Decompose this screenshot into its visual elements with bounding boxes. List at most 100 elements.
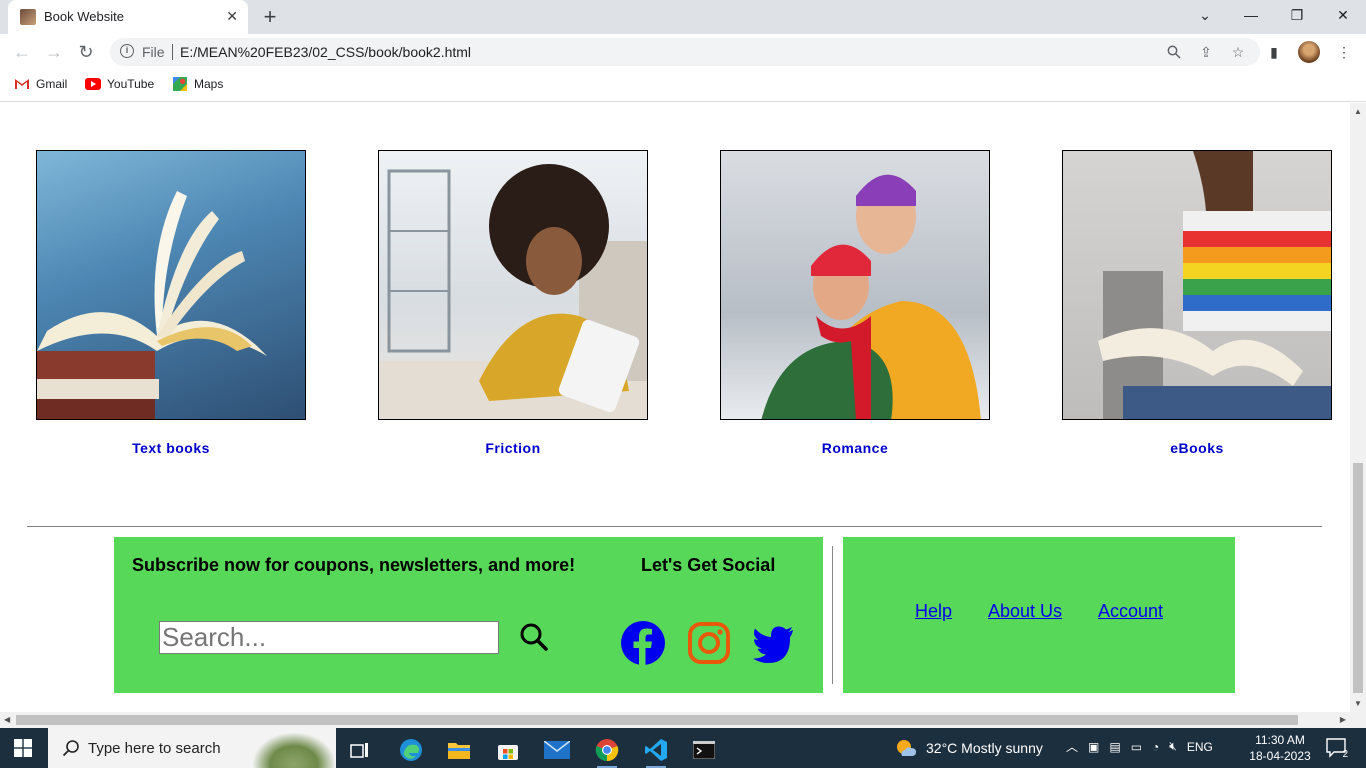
profile-avatar[interactable] — [1298, 41, 1320, 63]
horizontal-scrollbar[interactable]: ◀ ▶ — [0, 712, 1366, 728]
help-link[interactable]: Help — [915, 601, 952, 622]
maps-icon — [173, 77, 187, 91]
tab-bar: Book Website ✕ + ⌄ — ❐ ✕ — [0, 0, 1366, 34]
terminal-icon[interactable] — [684, 732, 724, 768]
site-info-icon[interactable]: i — [120, 44, 134, 58]
bookmark-maps[interactable]: Maps — [172, 77, 223, 91]
omnibox-actions: ⇪ ☆ — [1164, 42, 1248, 62]
side-panel-icon[interactable]: ▮ — [1264, 40, 1284, 64]
search-icon — [62, 740, 79, 757]
bookmark-youtube[interactable]: YouTube — [85, 77, 154, 91]
bookmark-gmail[interactable]: Gmail — [14, 77, 67, 91]
category-image-friction[interactable] — [378, 150, 648, 420]
search-icon[interactable] — [518, 621, 550, 653]
tab-book-website[interactable]: Book Website ✕ — [8, 0, 248, 34]
toolbar-right: ▮ ⋮ — [1264, 40, 1354, 64]
new-tab-icon[interactable]: + — [258, 4, 282, 30]
system-tray: ︿ ▣ ▤ ▭ ◔ 🔇︎ ENG — [1066, 738, 1213, 755]
scroll-up-arrow-icon[interactable]: ▲ — [1354, 107, 1362, 116]
page-viewport: Text books Friction Romance eBooks Subsc… — [0, 103, 1350, 712]
url-text[interactable]: E:/MEAN%20FEB23/02_CSS/book/book2.html — [180, 44, 471, 60]
notification-center-icon[interactable]: 2 — [1326, 738, 1348, 760]
vscode-icon[interactable] — [636, 732, 676, 768]
minimize-icon[interactable]: — — [1228, 0, 1274, 30]
category-card-ebooks[interactable]: eBooks — [1062, 150, 1332, 456]
battery-icon[interactable]: ▭ — [1131, 740, 1142, 754]
vertical-scroll-thumb[interactable] — [1353, 463, 1363, 693]
bookmark-label: Gmail — [36, 77, 68, 91]
vertical-scrollbar[interactable]: ▲ ▼ — [1350, 103, 1366, 712]
back-arrow-icon[interactable]: ← — [10, 40, 34, 64]
category-card-romance[interactable]: Romance — [720, 150, 990, 456]
menu-kebab-icon[interactable]: ⋮ — [1334, 40, 1354, 64]
reload-icon[interactable]: ↻ — [74, 40, 98, 64]
task-view-icon[interactable] — [340, 732, 380, 768]
horizontal-scroll-thumb[interactable] — [16, 715, 1298, 725]
instagram-icon[interactable] — [687, 621, 731, 665]
file-scheme-label: File — [142, 44, 165, 60]
category-label[interactable]: eBooks — [1062, 440, 1332, 456]
subscribe-text: Subscribe now for coupons, newsletters, … — [132, 555, 576, 575]
search-highlight-art — [252, 732, 336, 768]
chrome-icon[interactable] — [587, 732, 627, 768]
address-bar[interactable]: i File E:/MEAN%20FEB23/02_CSS/book/book2… — [110, 38, 1260, 66]
category-label[interactable]: Romance — [720, 440, 990, 456]
forward-arrow-icon[interactable]: → — [42, 40, 66, 64]
close-tab-icon[interactable]: ✕ — [226, 8, 238, 25]
weather-text: 32°C Mostly sunny — [926, 740, 1043, 756]
partly-sunny-icon — [897, 740, 916, 756]
edge-icon[interactable] — [391, 732, 431, 768]
category-card-friction[interactable]: Friction — [378, 150, 648, 456]
footer-links: Help About Us Account — [843, 537, 1235, 693]
scroll-left-arrow-icon[interactable]: ◀ — [4, 715, 10, 724]
meet-now-icon[interactable]: ▣ — [1088, 740, 1099, 754]
taskbar-search-box[interactable]: Type here to search — [48, 728, 336, 768]
zoom-icon[interactable] — [1164, 42, 1184, 62]
category-label[interactable]: Text books — [36, 440, 306, 456]
about-us-link[interactable]: About Us — [988, 601, 1062, 622]
category-image-romance[interactable] — [720, 150, 990, 420]
section-divider — [27, 526, 1322, 527]
twitter-icon[interactable] — [751, 621, 795, 665]
gmail-icon — [15, 79, 29, 89]
language-indicator[interactable]: ENG — [1187, 740, 1213, 754]
browser-toolbar: ← → ↻ i File E:/MEAN%20FEB23/02_CSS/book… — [0, 34, 1366, 70]
category-image-text-books[interactable] — [36, 150, 306, 420]
clock-time: 11:30 AM — [1255, 733, 1305, 747]
taskbar: Type here to search 32°C Mostly sunny ︿ … — [0, 728, 1366, 768]
speaker-muted-icon[interactable]: 🔇︎ — [1169, 739, 1177, 754]
clock-date: 18-04-2023 — [1249, 749, 1311, 763]
footer-separator — [832, 546, 833, 684]
youtube-icon — [85, 78, 101, 90]
display-icon[interactable]: ▤ — [1109, 740, 1120, 754]
file-explorer-icon[interactable] — [439, 732, 479, 768]
footer-subscribe-social: Subscribe now for coupons, newsletters, … — [114, 537, 823, 693]
search-input[interactable] — [159, 621, 499, 654]
facebook-icon[interactable] — [621, 621, 665, 665]
bookmark-star-icon[interactable]: ☆ — [1228, 42, 1248, 62]
wifi-icon[interactable]: ◔ — [1152, 740, 1159, 754]
share-icon[interactable]: ⇪ — [1196, 42, 1216, 62]
tab-search-chevron-icon[interactable]: ⌄ — [1182, 0, 1228, 30]
page-favicon-icon — [20, 9, 36, 25]
taskbar-clock[interactable]: 11:30 AM 18-04-2023 — [1240, 732, 1320, 764]
url-separator — [172, 44, 173, 60]
bookmark-label: YouTube — [107, 77, 155, 91]
microsoft-store-icon[interactable] — [488, 732, 528, 768]
scroll-down-arrow-icon[interactable]: ▼ — [1354, 699, 1362, 708]
bookmarks-bar: Gmail YouTube Maps — [0, 70, 1366, 102]
close-window-icon[interactable]: ✕ — [1320, 0, 1366, 30]
window-controls: ⌄ — ❐ ✕ — [1182, 0, 1366, 30]
scroll-right-arrow-icon[interactable]: ▶ — [1340, 715, 1346, 724]
windows-start-icon[interactable] — [14, 739, 32, 757]
category-label[interactable]: Friction — [378, 440, 648, 456]
restore-icon[interactable]: ❐ — [1274, 0, 1320, 30]
category-card-text-books[interactable]: Text books — [36, 150, 306, 456]
mail-icon[interactable] — [537, 732, 577, 768]
taskbar-search-placeholder: Type here to search — [88, 740, 221, 757]
category-image-ebooks[interactable] — [1062, 150, 1332, 420]
account-link[interactable]: Account — [1098, 601, 1163, 622]
show-hidden-icons-chevron-icon[interactable]: ︿ — [1066, 738, 1078, 755]
tab-title: Book Website — [44, 9, 124, 24]
weather-widget[interactable]: 32°C Mostly sunny — [894, 738, 1043, 758]
